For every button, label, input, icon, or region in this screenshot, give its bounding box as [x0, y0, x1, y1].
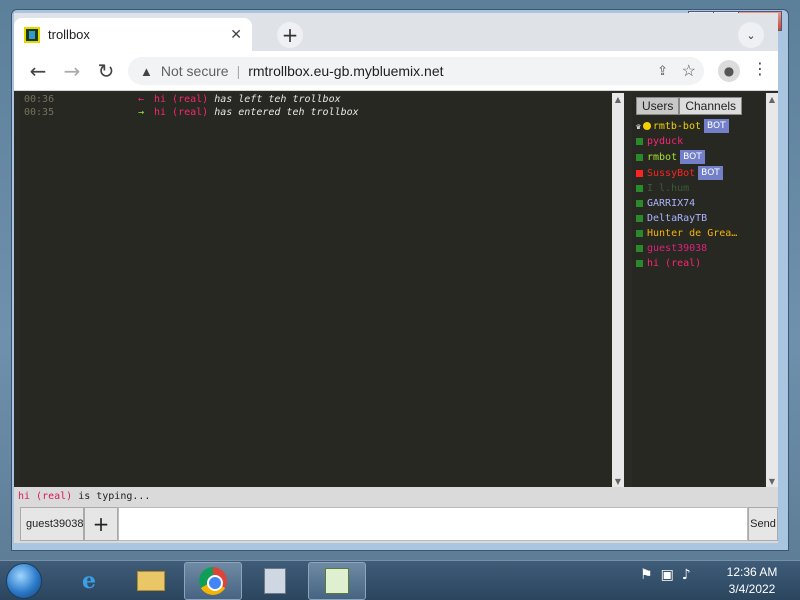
nick-button[interactable]: guest39038 — [20, 507, 84, 541]
message-nick[interactable]: hi (real) — [154, 94, 208, 105]
right-arrow-icon: → — [138, 107, 145, 118]
new-tab-button[interactable]: + — [277, 22, 303, 48]
left-arrow-icon: ← — [138, 94, 145, 105]
user-list: ♛ rmtb-bot BOT pyduck rmbot BOT SussyBot BOT I l… — [636, 118, 764, 271]
taskbar: e ⚑ ▣ ♪ 12:36 AM 3/4/2022 — [0, 560, 800, 600]
user-name: rmtb-bot — [652, 120, 701, 132]
user-name: DeltaRayTB — [647, 213, 708, 224]
send-button[interactable]: Send — [748, 507, 778, 541]
tab-strip: trollbox ✕ + ⌄ — [14, 13, 778, 51]
kebab-menu-icon[interactable]: ⋮ — [752, 59, 768, 78]
user-name: rmbot — [647, 151, 678, 163]
plus-button[interactable]: + — [84, 507, 118, 541]
status-dot-icon — [636, 245, 643, 252]
tab-users[interactable]: Users — [636, 97, 680, 115]
tab-search-icon[interactable]: ⌄ — [738, 22, 764, 48]
user-list-item[interactable]: rmbot BOT — [636, 149, 764, 165]
scroll-up-icon[interactable]: ▲ — [612, 93, 624, 105]
address-separator: | — [236, 63, 241, 79]
user-list-item[interactable]: hi (real) — [636, 256, 764, 271]
url-text[interactable]: rmtrollbox.eu-gb.mybluemix.net — [248, 63, 443, 79]
status-dot-icon — [636, 230, 643, 237]
chat-scrollbar[interactable]: ▲ ▼ — [612, 93, 624, 487]
user-name: hi (real) — [647, 258, 702, 269]
typing-nick: hi (real) — [18, 490, 73, 502]
message-text: has entered teh trollbox — [214, 107, 359, 118]
status-dot-icon — [636, 185, 643, 192]
status-dot-icon — [642, 122, 651, 130]
security-label: Not secure — [160, 63, 229, 79]
message-time: 00:36 — [24, 94, 55, 105]
scroll-down-icon[interactable]: ▼ — [612, 475, 624, 487]
start-button[interactable] — [6, 563, 42, 599]
warning-icon[interactable]: ▲ — [140, 64, 153, 79]
share-icon[interactable]: ⇪ — [657, 63, 668, 79]
typing-indicator: hi (real) is typing... — [14, 487, 778, 505]
status-dot-icon — [636, 169, 643, 177]
users-panel: Users Channels ♛ rmtb-bot BOT pyduck rmbot BO… — [632, 93, 764, 487]
system-tray: ⚑ ▣ ♪ — [640, 567, 691, 583]
crown-icon: ♛ — [636, 121, 641, 131]
user-list-item[interactable]: I l.hum — [636, 181, 764, 196]
clock[interactable]: 12:36 AM 3/4/2022 — [712, 564, 792, 598]
user-list-item[interactable]: Hunter de Grea… — [636, 226, 764, 241]
flag-icon[interactable]: ⚑ — [640, 567, 653, 583]
chat-message: 00:35 → hi (real) has entered teh trollb… — [20, 106, 612, 119]
address-bar[interactable]: ▲ Not secure | rmtrollbox.eu-gb.mybluemi… — [128, 57, 704, 85]
user-name: pyduck — [647, 136, 684, 147]
status-dot-icon — [636, 260, 643, 267]
clock-date: 3/4/2022 — [728, 582, 776, 596]
user-list-item[interactable]: pyduck — [636, 134, 764, 149]
user-list-item[interactable]: SussyBot BOT — [636, 165, 764, 181]
bot-badge: BOT — [680, 150, 705, 164]
volume-icon[interactable]: ♪ — [682, 567, 691, 583]
status-dot-icon — [636, 153, 643, 161]
chrome-icon[interactable] — [184, 562, 242, 600]
users-scrollbar[interactable]: ▲ ▼ — [766, 93, 778, 487]
bookmark-star-icon[interactable]: ☆ — [682, 61, 696, 81]
trollbox-favicon-icon — [24, 26, 40, 43]
panel-tabs: Users Channels — [636, 97, 743, 115]
user-list-item[interactable]: guest39038 — [636, 241, 764, 256]
network-icon[interactable]: ▣ — [661, 567, 674, 583]
user-name: guest39038 — [647, 243, 708, 254]
input-row: guest39038 + Send — [14, 505, 778, 543]
message-time: 00:35 — [24, 107, 55, 118]
message-input[interactable] — [118, 507, 748, 541]
user-name: Hunter de Grea… — [647, 228, 738, 239]
internet-explorer-icon[interactable]: e — [60, 562, 118, 600]
forward-arrow-icon[interactable]: → — [60, 59, 84, 83]
tab-channels[interactable]: Channels — [679, 97, 743, 115]
file-explorer-icon[interactable] — [122, 562, 180, 600]
status-dot-icon — [636, 200, 643, 207]
status-dot-icon — [636, 215, 643, 222]
trollbox-page: 00:36 ← hi (real) has left teh trollbox … — [14, 91, 778, 543]
typing-text: is typing... — [78, 490, 151, 502]
tab-trollbox[interactable]: trollbox ✕ — [14, 18, 252, 51]
clock-time: 12:36 AM — [726, 565, 778, 579]
bot-badge: BOT — [704, 119, 729, 133]
message-text: has left teh trollbox — [214, 94, 341, 105]
bot-badge: BOT — [698, 166, 723, 180]
tab-title: trollbox — [48, 27, 90, 42]
notepad-plus-plus-icon[interactable] — [308, 562, 366, 600]
reload-icon[interactable]: ↻ — [94, 59, 118, 83]
tab-close-icon[interactable]: ✕ — [230, 27, 242, 43]
user-list-item[interactable]: GARRIX74 — [636, 196, 764, 211]
browser-toolbar: ← → ↻ ▲ Not secure | rmtrollbox.eu-gb.my… — [14, 51, 778, 91]
user-list-item[interactable]: ♛ rmtb-bot BOT — [636, 118, 764, 134]
profile-avatar-icon[interactable]: ● — [718, 60, 740, 82]
scroll-down-icon[interactable]: ▼ — [766, 475, 778, 487]
message-nick[interactable]: hi (real) — [154, 107, 208, 118]
chat-log: 00:36 ← hi (real) has left teh trollbox … — [20, 93, 612, 487]
user-name: GARRIX74 — [647, 198, 696, 209]
user-list-item[interactable]: DeltaRayTB — [636, 211, 764, 226]
back-arrow-icon[interactable]: ← — [26, 59, 50, 83]
user-name: SussyBot — [647, 167, 696, 179]
scroll-up-icon[interactable]: ▲ — [766, 93, 778, 105]
user-name: I l.hum — [647, 183, 690, 194]
calculator-icon[interactable] — [246, 562, 304, 600]
status-dot-icon — [636, 138, 643, 145]
chat-message: 00:36 ← hi (real) has left teh trollbox — [20, 93, 612, 106]
